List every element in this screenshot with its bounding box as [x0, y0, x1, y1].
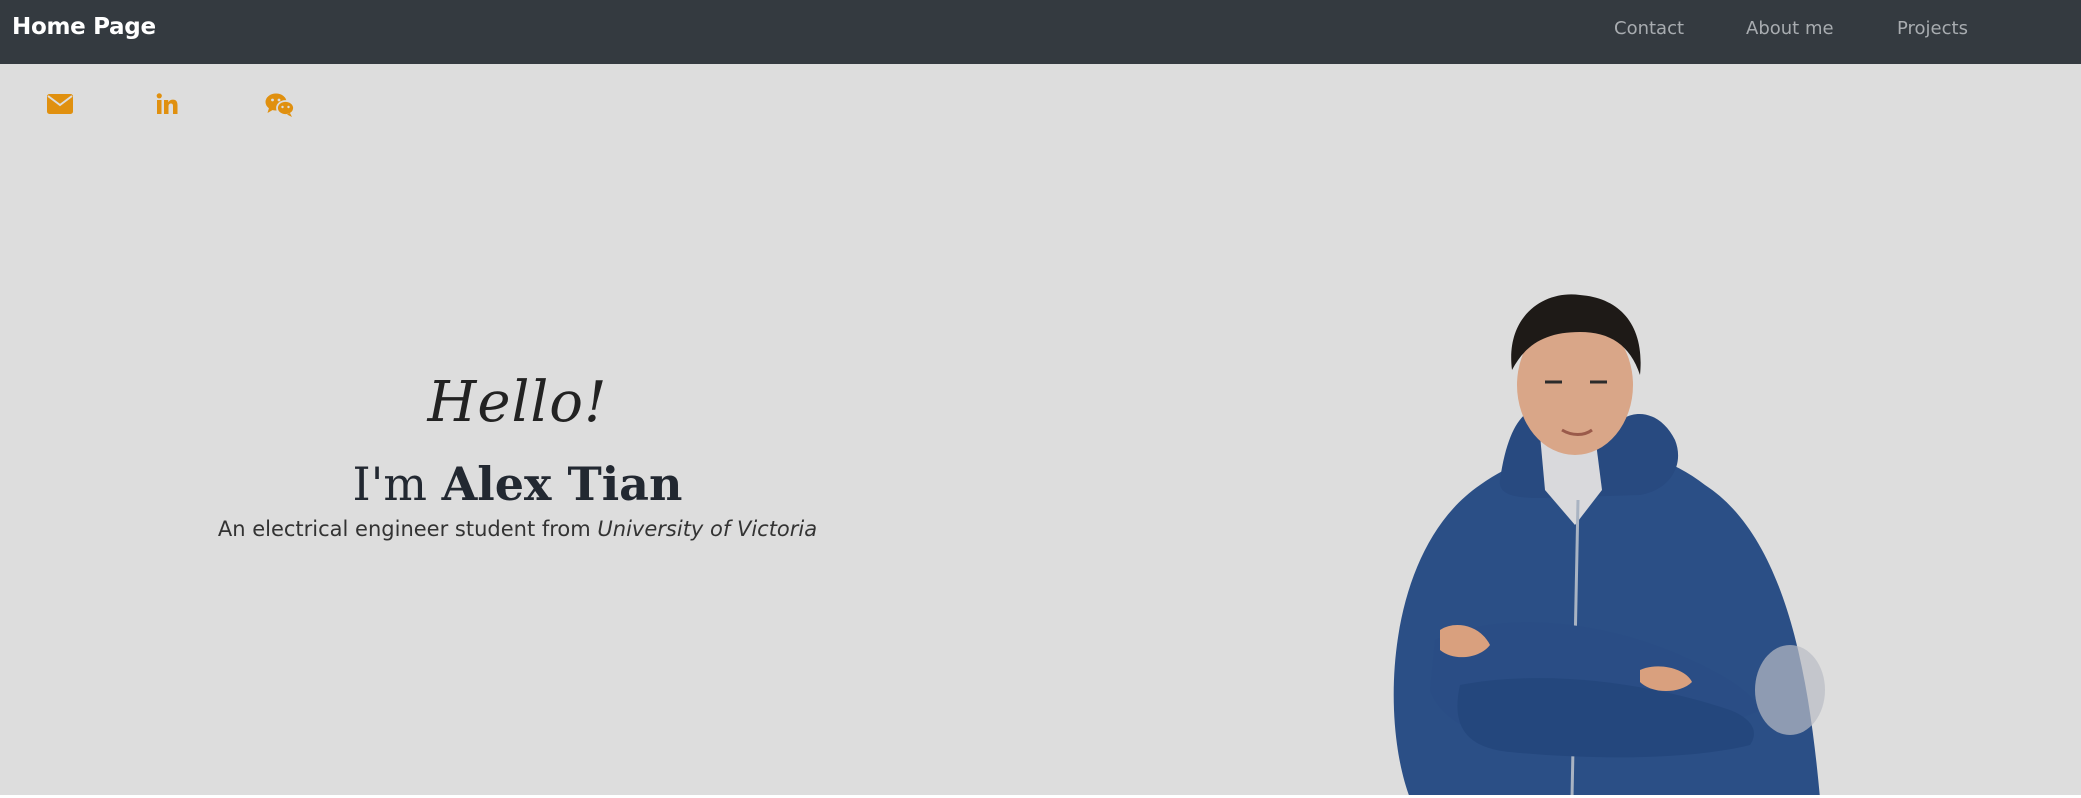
nav-link-contact[interactable]: Contact	[1614, 17, 1684, 41]
navbar: Home Page Contact About me Projects	[0, 0, 2081, 64]
wechat-link[interactable]	[265, 92, 295, 120]
university-name: University of Victoria	[597, 517, 818, 541]
nav-link-about-me[interactable]: About me	[1746, 17, 1834, 41]
hero-greeting: Hello!	[427, 370, 608, 435]
subtitle-text: An electrical engineer student from	[217, 517, 591, 541]
wechat-icon	[265, 92, 295, 118]
intro-prefix: I'm	[352, 457, 427, 511]
linkedin-link[interactable]	[155, 92, 183, 120]
email-link[interactable]	[47, 94, 75, 122]
hero-subtitle: An electrical engineer student from Univ…	[0, 514, 1035, 544]
hero-name: Alex Tian	[441, 457, 683, 511]
envelope-icon	[47, 94, 75, 114]
hero-intro: I'm Alex Tian	[0, 456, 1035, 512]
profile-photo	[1340, 290, 1830, 798]
brand-home-link[interactable]: Home Page	[12, 12, 156, 42]
linkedin-icon	[155, 92, 183, 116]
nav-link-projects[interactable]: Projects	[1897, 17, 1968, 41]
